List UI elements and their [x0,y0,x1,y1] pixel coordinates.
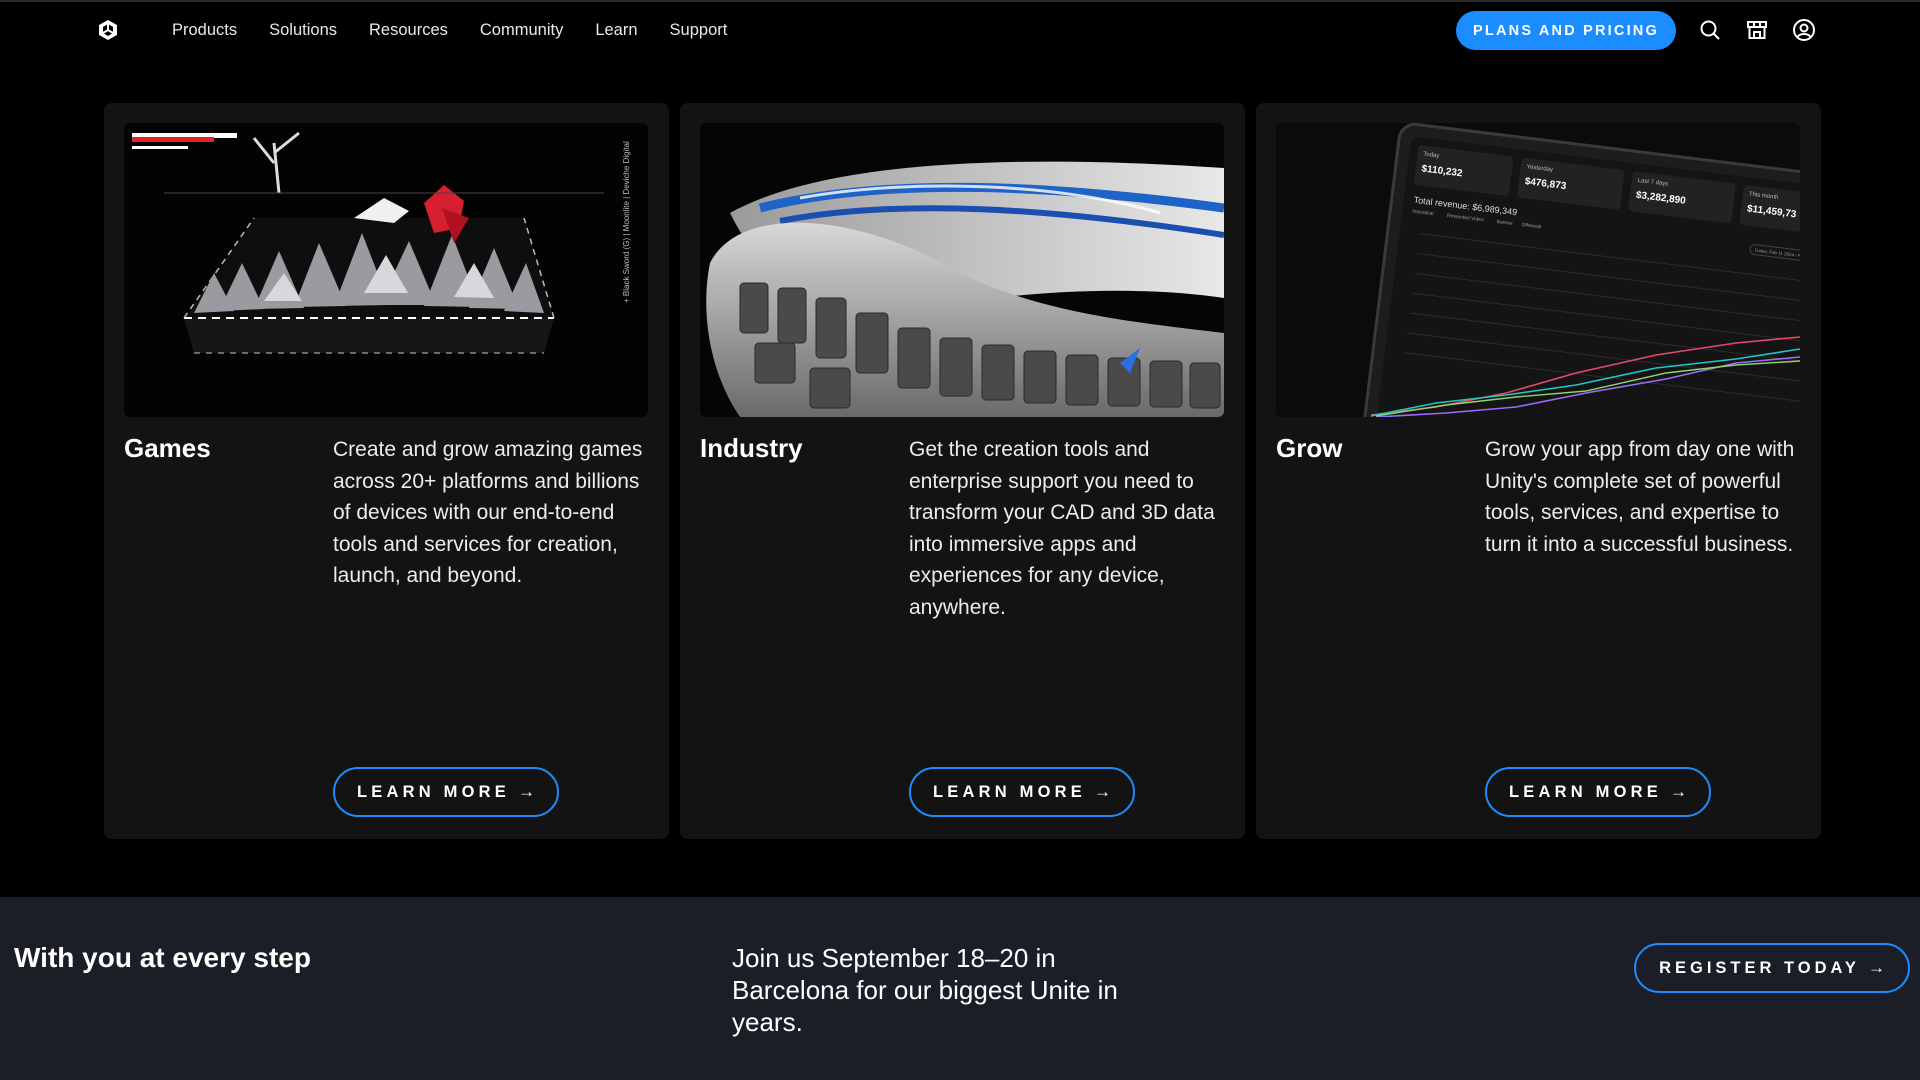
card-industry: Industry Get the creation tools and ente… [680,103,1245,839]
learn-more-label: LEARN MORE [1509,782,1662,801]
top-nav: Products Solutions Resources Community L… [0,0,1920,60]
learn-more-games-button[interactable]: LEARN MORE → [333,767,559,817]
register-label: REGISTER TODAY [1659,958,1860,977]
band-text: Join us September 18–20 in Barcelona for… [732,943,1118,1037]
register-today-button[interactable]: REGISTER TODAY → [1634,943,1910,993]
nav-item-solutions[interactable]: Solutions [269,21,337,40]
band-title: With you at every step [14,942,311,973]
learn-more-grow-button[interactable]: LEARN MORE → [1485,767,1711,817]
plans-and-pricing-button[interactable]: PLANS AND PRICING [1456,11,1676,50]
card-grow: Today Yesterday Last 7 days This month $… [1256,103,1821,839]
arrow-right-icon: → [1093,782,1111,801]
learn-more-label: LEARN MORE [933,782,1086,801]
card-title-grow: Grow [1276,433,1343,463]
grow-dashboard-image: Today Yesterday Last 7 days This month $… [1276,123,1800,417]
learn-more-label: LEARN MORE [357,782,510,801]
unity-logo-icon[interactable] [96,18,120,42]
card-text-games: Create and grow amazing games across 20+… [333,438,643,587]
arrow-right-icon: → [1669,782,1687,801]
nav-item-resources[interactable]: Resources [369,21,448,40]
card-text-industry: Get the creation tools and enterprise su… [909,438,1215,619]
main-menu: Products Solutions Resources Community L… [172,0,759,60]
games-image: + Black Sword (G) | Moonlite | Deviche D… [124,123,648,417]
games-image-caption: + Black Sword (G) | Moonlite | Deviche D… [622,141,631,303]
store-icon[interactable] [1745,18,1769,42]
account-icon[interactable] [1792,18,1816,42]
card-games: + Black Sword (G) | Moonlite | Deviche D… [104,103,669,839]
industry-image [700,123,1224,417]
card-title-industry: Industry [700,433,803,463]
nav-item-community[interactable]: Community [480,21,563,40]
arrow-right-icon: → [1867,958,1885,977]
card-text-grow: Grow your app from day one with Unity's … [1485,438,1795,556]
nav-item-support[interactable]: Support [670,21,728,40]
arrow-right-icon: → [517,782,535,801]
nav-item-learn[interactable]: Learn [595,21,637,40]
learn-more-industry-button[interactable]: LEARN MORE → [909,767,1135,817]
search-icon[interactable] [1698,18,1722,42]
card-title-games: Games [124,433,211,463]
nav-item-products[interactable]: Products [172,21,237,40]
